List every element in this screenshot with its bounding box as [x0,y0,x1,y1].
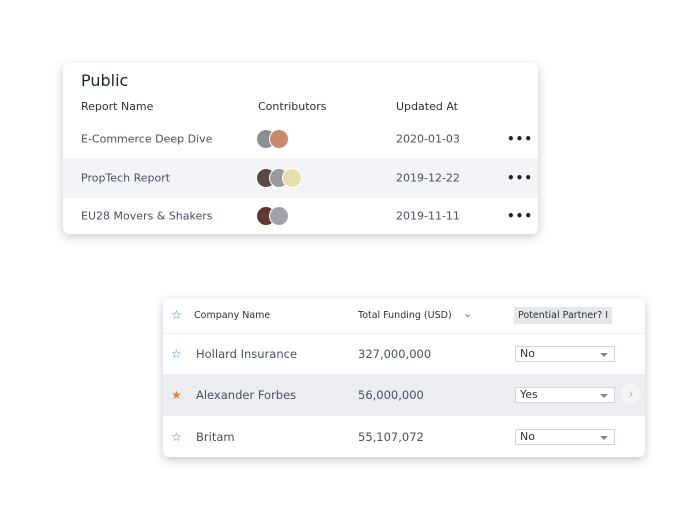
report-row[interactable]: PropTech Report 2019-12-22 ••• [63,158,538,198]
header-contributors[interactable]: Contributors [258,100,327,113]
report-name[interactable]: E-Commerce Deep Dive [81,133,212,146]
star-filled-icon[interactable]: ★ [171,388,182,402]
header-potential-partner[interactable]: Potential Partner? I [514,307,612,324]
more-options-icon[interactable]: ••• [507,171,533,185]
contributor-avatar [269,206,289,226]
company-row[interactable]: ☆ Britam 55,107,072 No [163,416,645,457]
card-title: Public [81,71,128,90]
header-updated-at[interactable]: Updated At [396,100,458,113]
contributor-avatar [282,168,302,188]
report-row[interactable]: E-Commerce Deep Dive 2020-01-03 ••• [63,120,538,158]
company-funding: 327,000,000 [358,347,431,361]
select-value: No [520,347,535,360]
star-outline-icon[interactable]: ☆ [171,430,182,444]
sort-chevron-down-icon[interactable]: ⌄ [463,307,472,320]
star-all-icon[interactable]: ☆ [171,308,182,322]
potential-partner-select[interactable]: No [515,429,615,445]
company-row[interactable]: ★ Alexander Forbes 56,000,000 Yes [163,374,645,416]
header-label: Potential Partner? [518,310,602,321]
report-updated: 2019-12-22 [396,172,460,185]
report-name[interactable]: EU28 Movers & Shakers [81,210,213,223]
public-reports-card: Public Report Name Contributors Updated … [63,63,538,234]
dropdown-arrow-icon [600,436,608,440]
more-options-icon[interactable]: ••• [507,132,533,146]
potential-partner-select[interactable]: Yes [515,387,615,403]
company-funding: 55,107,072 [358,430,424,444]
text-cursor-icon: I [605,310,608,321]
chevron-right-icon[interactable]: › [621,384,641,404]
header-company-name[interactable]: Company Name [194,310,270,321]
companies-card: ☆ Company Name Total Funding (USD) ⌄ Pot… [163,298,645,457]
header-total-funding[interactable]: Total Funding (USD) [358,310,452,321]
dropdown-arrow-icon [600,394,608,398]
header-report-name[interactable]: Report Name [81,100,153,113]
company-name[interactable]: Hollard Insurance [196,347,297,361]
company-name[interactable]: Britam [196,430,235,444]
company-funding: 56,000,000 [358,388,424,402]
company-row[interactable]: ☆ Hollard Insurance 327,000,000 No [163,333,645,374]
report-name[interactable]: PropTech Report [81,172,170,185]
report-row[interactable]: EU28 Movers & Shakers 2019-11-11 ••• [63,198,538,234]
report-updated: 2020-01-03 [396,133,460,146]
potential-partner-select[interactable]: No [515,346,615,362]
contributor-avatar [269,129,289,149]
dropdown-arrow-icon [600,353,608,357]
report-updated: 2019-11-11 [396,210,460,223]
company-name[interactable]: Alexander Forbes [196,388,296,402]
more-options-icon[interactable]: ••• [507,209,533,223]
star-outline-icon[interactable]: ☆ [171,347,182,361]
select-value: Yes [520,388,538,401]
select-value: No [520,430,535,443]
